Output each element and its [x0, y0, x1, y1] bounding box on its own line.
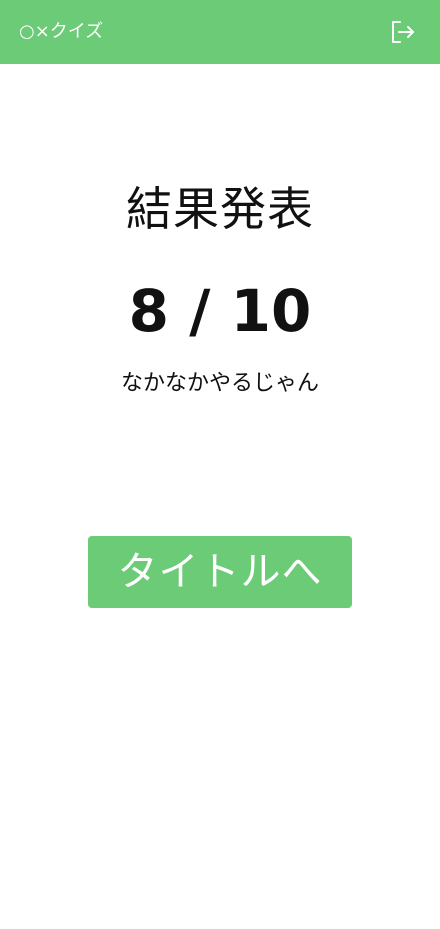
back-to-title-button[interactable]: タイトルへ	[88, 536, 352, 608]
logout-button[interactable]	[385, 14, 421, 50]
app-header: ○×クイズ	[0, 0, 440, 64]
quiz-result-screen: ○×クイズ 結果発表 8 / 10 なかなかやるじゃん タイトルへ	[0, 0, 440, 929]
app-title: ○×クイズ	[19, 21, 104, 42]
result-comment: なかなかやるじゃん	[120, 371, 319, 396]
logout-icon	[392, 21, 414, 43]
result-heading: 結果発表	[126, 182, 314, 236]
score-display: 8 / 10	[128, 277, 312, 345]
